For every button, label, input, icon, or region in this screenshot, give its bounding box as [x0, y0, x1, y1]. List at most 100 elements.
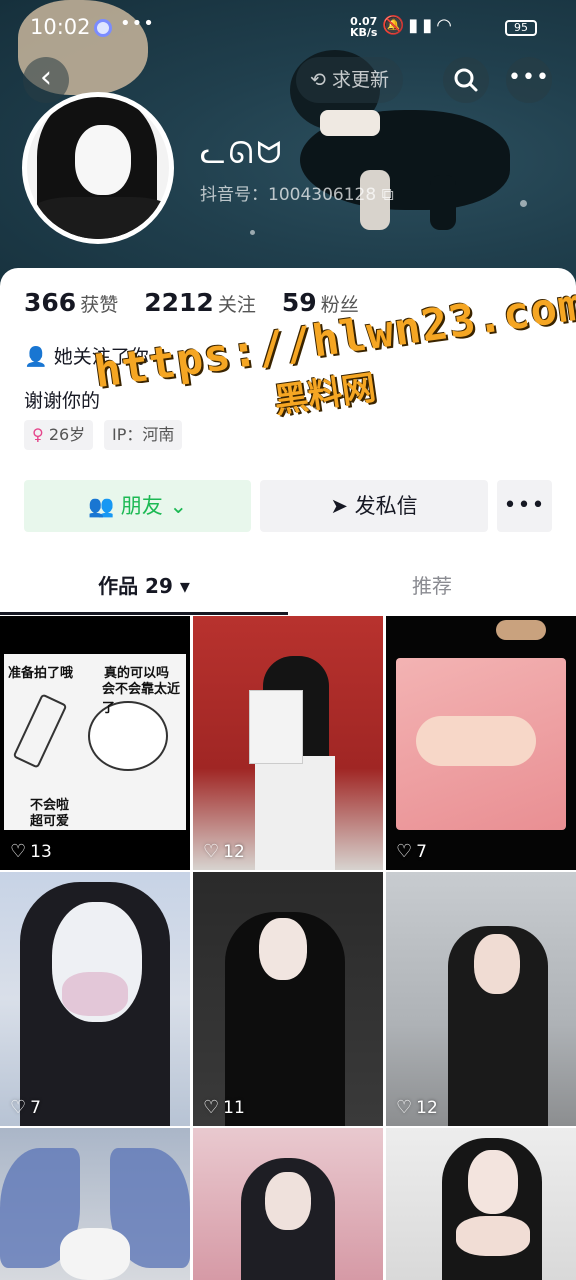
- stats-row: 366 获赞 2212 关注 59 粉丝: [24, 288, 379, 317]
- stat-likes-label: 获赞: [80, 294, 119, 316]
- avatar[interactable]: [22, 92, 174, 244]
- meme-caption: 超可爱: [30, 814, 70, 829]
- heart-icon: ♡: [203, 841, 220, 862]
- mute-icon: 🔕: [382, 15, 409, 36]
- photo-face: [468, 1150, 518, 1214]
- copy-icon[interactable]: ⧉: [382, 185, 394, 205]
- caret-down-icon: ▾: [172, 574, 190, 598]
- signal-icon: ▮: [422, 15, 437, 36]
- photo-face: [259, 918, 307, 980]
- post-thumbnail[interactable]: ♡ 12: [193, 616, 383, 870]
- age-tag: ♀ 26岁: [24, 420, 94, 450]
- banner-dog-leg: [430, 175, 456, 230]
- stat-following-label: 关注: [217, 294, 256, 316]
- post-thumbnail[interactable]: 准备拍了哦 真的可以吗 会不会靠太近了 不会啦 超可爱 ♡ 13: [0, 616, 190, 870]
- more-options-button[interactable]: •••: [506, 57, 552, 103]
- post-likes: ♡ 7: [10, 1097, 41, 1118]
- person-icon: 👤: [24, 346, 54, 368]
- more-dots-icon: •••: [508, 65, 550, 90]
- friends-icon: 👥: [87, 494, 121, 518]
- post-likes-count: 7: [30, 1098, 41, 1118]
- photo-face: [474, 934, 520, 994]
- request-update-label: 求更新: [331, 69, 389, 91]
- age-text: 26岁: [48, 425, 86, 444]
- photo-skirt: [255, 756, 335, 870]
- stat-following[interactable]: 2212 关注: [144, 288, 256, 317]
- profile-banner: 10:02 ••• 0.07 KB/s 🔕▮▮◠ 95 ‹ ⟲ 求更新 ••• …: [0, 0, 576, 290]
- stat-likes[interactable]: 366 获赞: [24, 288, 119, 317]
- request-update-button[interactable]: ⟲ 求更新: [296, 57, 403, 103]
- app-notification-icon: [94, 19, 112, 37]
- photo-magazine: [249, 690, 303, 764]
- post-likes-count: 7: [416, 842, 427, 862]
- douyin-id-text: 抖音号：1004306128: [200, 185, 377, 205]
- snowflake: [520, 200, 527, 207]
- status-bar: 10:02 ••• 0.07 KB/s 🔕▮▮◠ 95: [0, 0, 576, 56]
- more-actions-button[interactable]: •••: [497, 480, 552, 532]
- photo-sticker: [496, 620, 546, 640]
- search-button[interactable]: [443, 57, 489, 103]
- meme-caption: 准备拍了哦: [8, 666, 74, 681]
- follows-you-text: 她关注了你: [53, 346, 149, 368]
- send-message-label: 发私信: [354, 494, 418, 518]
- heart-icon: ♡: [396, 841, 413, 862]
- photo-cat: [60, 1228, 130, 1280]
- chevron-left-icon: ‹: [40, 60, 52, 95]
- wifi-icon: ◠: [436, 15, 456, 36]
- send-icon: ➤: [330, 494, 355, 518]
- post-likes: ♡ 11: [203, 1097, 245, 1118]
- post-likes: ♡ 13: [10, 841, 52, 862]
- stat-following-value: 2212: [144, 288, 214, 317]
- douyin-id[interactable]: 抖音号：1004306128 ⧉: [200, 180, 394, 205]
- snowflake: [250, 230, 255, 235]
- content-tabs: 作品 29 ▾ 推荐: [0, 560, 576, 616]
- back-button[interactable]: ‹: [23, 57, 69, 103]
- battery-icon: 95: [505, 20, 537, 36]
- post-thumbnail[interactable]: ♡ 12: [386, 872, 576, 1126]
- post-likes-count: 11: [223, 1098, 245, 1118]
- post-likes: ♡ 7: [396, 841, 427, 862]
- avatar-coat: [27, 197, 169, 239]
- post-thumbnail[interactable]: [386, 1128, 576, 1280]
- heart-icon: ♡: [10, 1097, 27, 1118]
- search-icon: [454, 68, 478, 92]
- photo-face: [265, 1172, 311, 1230]
- meme-caption: 会不会靠太近了: [102, 682, 181, 716]
- post-thumbnail[interactable]: [0, 1128, 190, 1280]
- more-notifications-icon: •••: [120, 13, 155, 34]
- ip-tag: IP：河南: [104, 420, 183, 450]
- post-thumbnail[interactable]: [193, 1128, 383, 1280]
- tab-works[interactable]: 作品 29 ▾: [0, 560, 288, 616]
- post-likes: ♡ 12: [203, 841, 245, 862]
- network-speed: 0.07 KB/s: [350, 16, 377, 38]
- network-speed-unit: KB/s: [350, 26, 378, 39]
- heart-icon: ♡: [203, 1097, 220, 1118]
- stat-followers-label: 粉丝: [320, 294, 359, 316]
- post-thumbnail[interactable]: ♡ 11: [193, 872, 383, 1126]
- post-thumbnail[interactable]: ♡ 7: [0, 872, 190, 1126]
- signal-icons: 🔕▮▮◠: [382, 15, 456, 36]
- photo-hand: [416, 716, 536, 766]
- tab-works-label: 作品 29: [98, 574, 173, 598]
- post-likes-count: 12: [223, 842, 245, 862]
- heart-icon: ♡: [396, 1097, 413, 1118]
- post-likes-count: 12: [416, 1098, 438, 1118]
- send-message-button[interactable]: ➤ 发私信: [260, 480, 488, 532]
- stat-followers[interactable]: 59 粉丝: [282, 288, 359, 317]
- signal-icon: ▮: [408, 15, 423, 36]
- stat-followers-value: 59: [281, 288, 317, 317]
- friend-button[interactable]: 👥 朋友 ⌄: [24, 480, 251, 532]
- follows-you-note: 👤 她关注了你: [24, 342, 149, 369]
- post-thumbnail[interactable]: ♡ 7: [386, 616, 576, 870]
- avatar-face: [75, 125, 131, 195]
- tab-recommend[interactable]: 推荐: [288, 560, 576, 616]
- post-likes: ♡ 12: [396, 1097, 438, 1118]
- refresh-icon: ⟲: [310, 69, 332, 91]
- photo-butterfly-filter: [62, 972, 128, 1016]
- nickname: ᓚᘏᗢ: [200, 136, 285, 171]
- photo-hands: [456, 1216, 530, 1256]
- stat-likes-value: 366: [24, 288, 77, 317]
- chevron-down-icon: ⌄: [162, 494, 188, 518]
- friend-label: 朋友: [120, 494, 163, 518]
- active-tab-indicator: [0, 612, 288, 615]
